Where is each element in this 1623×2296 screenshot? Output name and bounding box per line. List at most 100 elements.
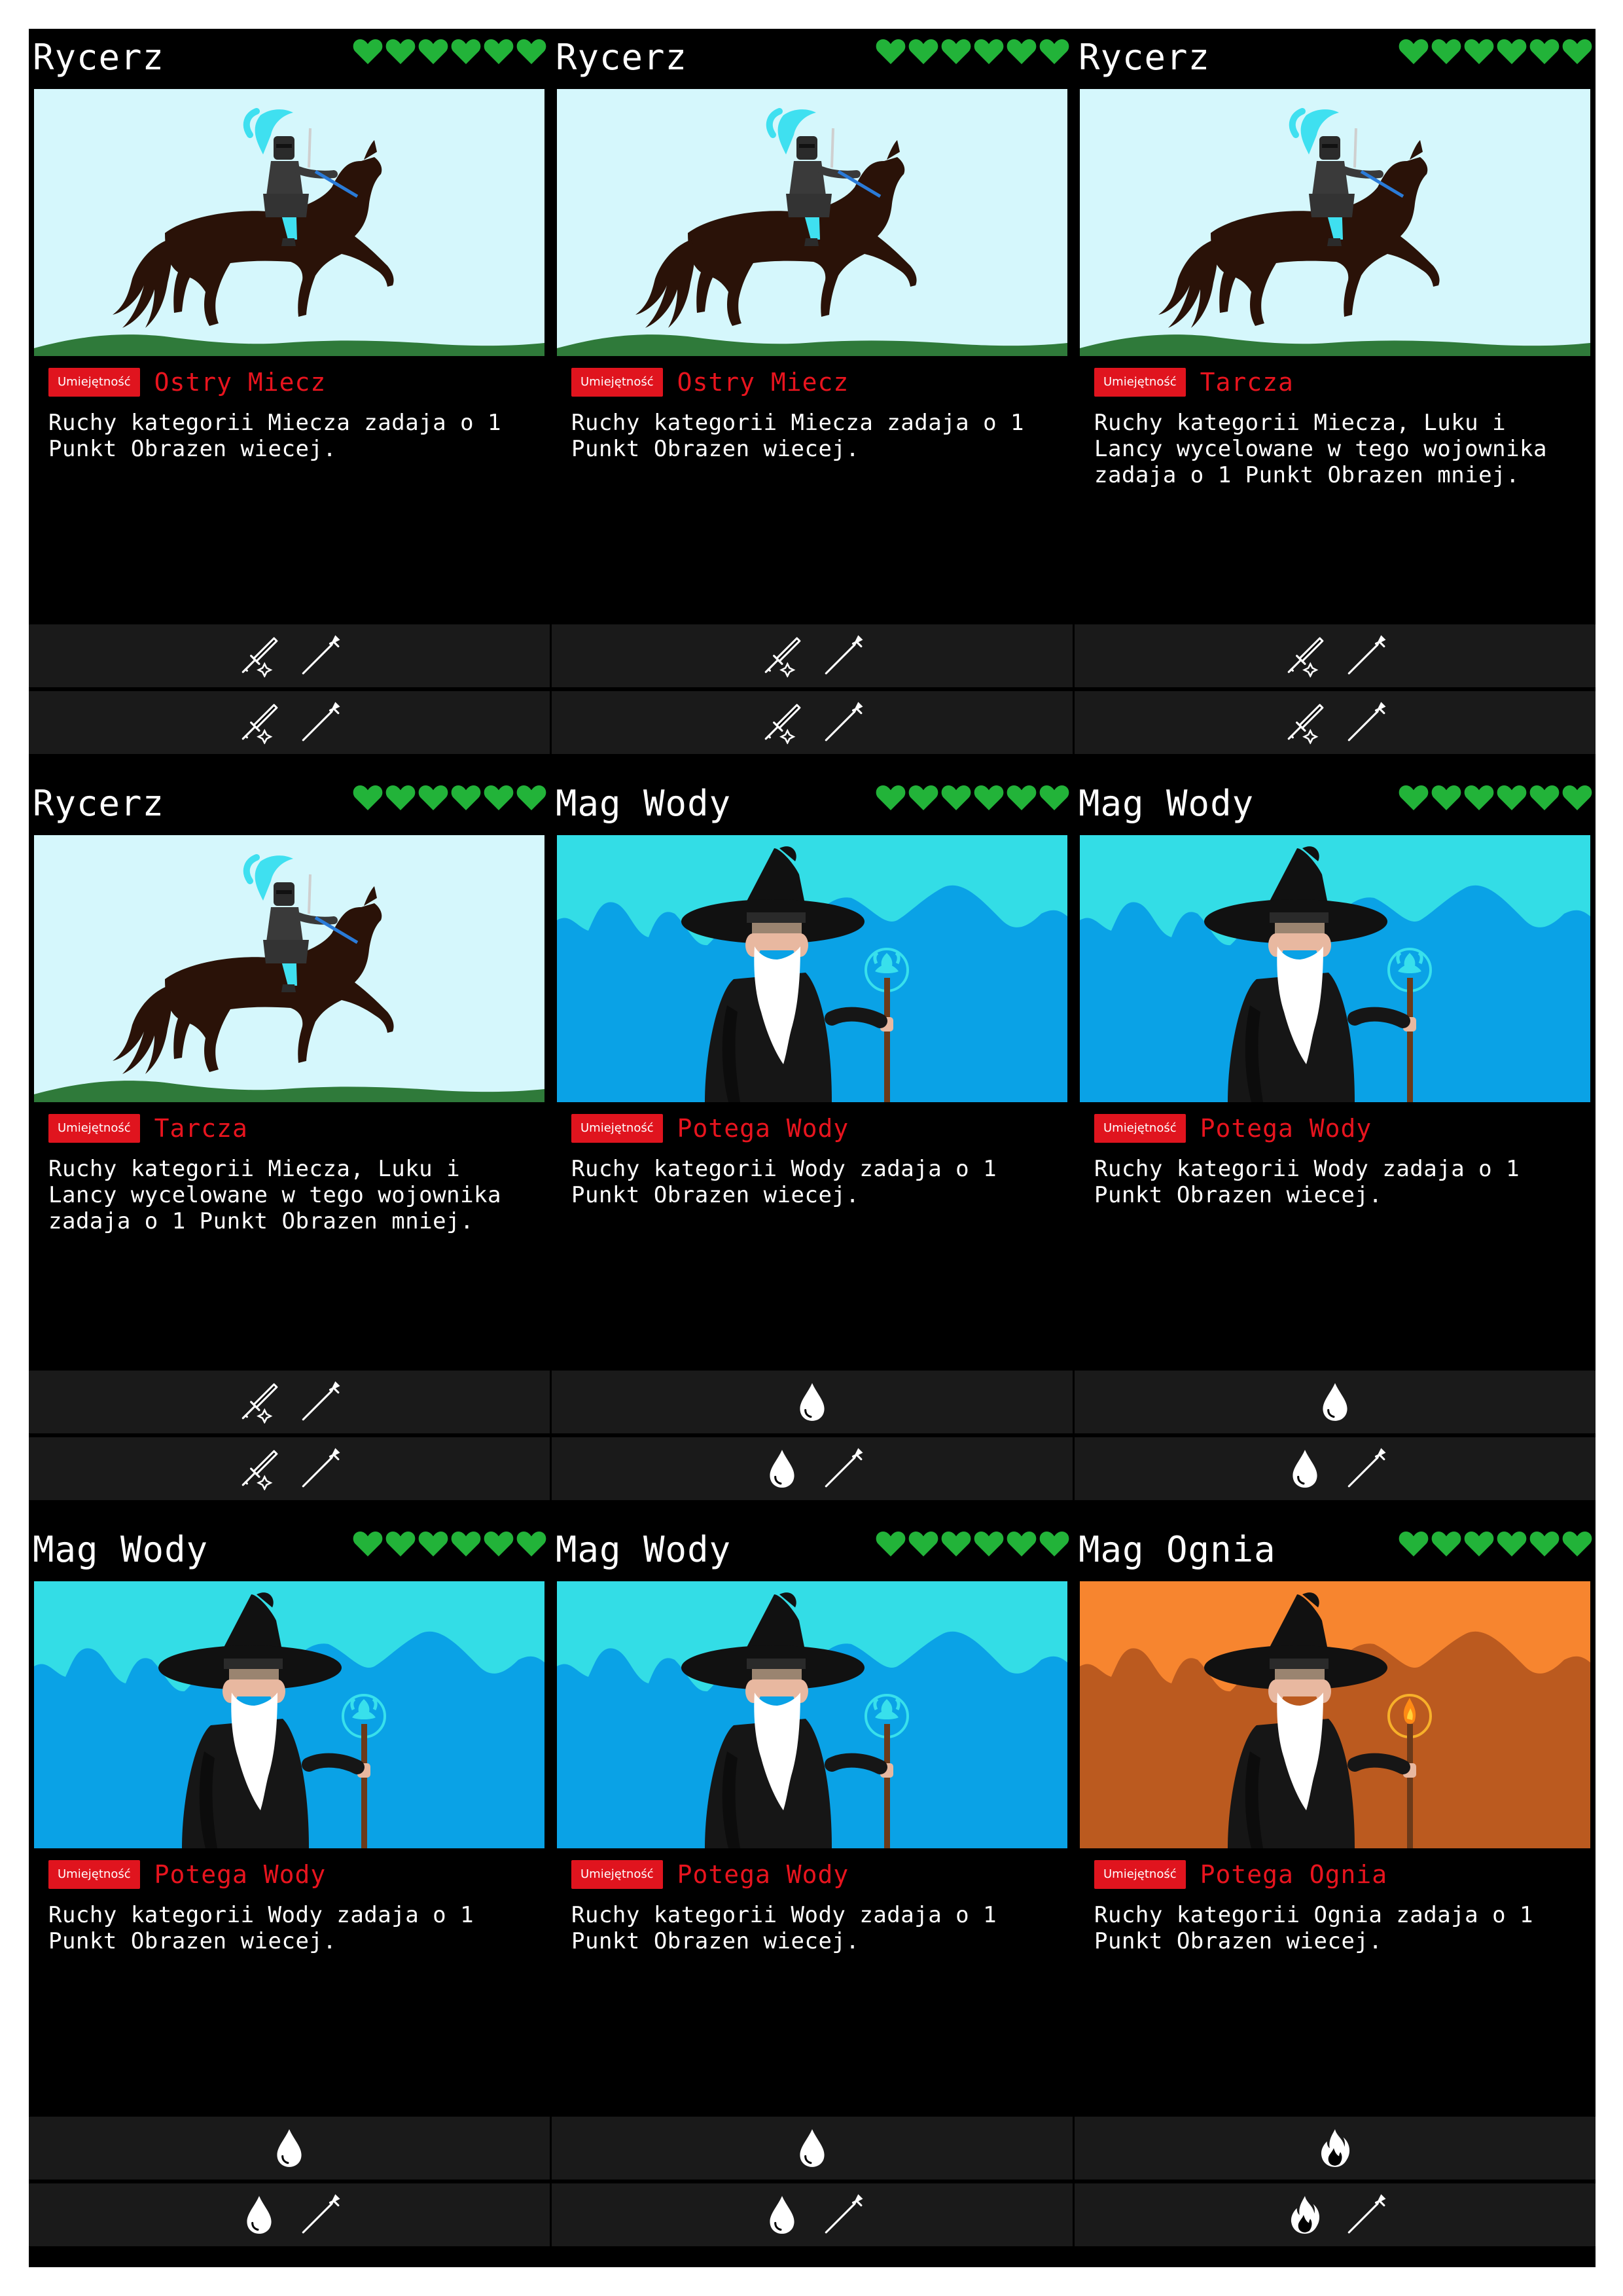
health-hearts: [1398, 37, 1593, 76]
water-drop-icon: [1283, 1447, 1327, 1490]
spear-icon: [298, 1380, 341, 1424]
health-hearts: [352, 783, 547, 822]
heart-icon: [418, 783, 449, 814]
heart-icon: [1463, 1529, 1495, 1560]
heart-icon: [940, 1529, 972, 1560]
heart-icon: [973, 1529, 1005, 1560]
card-title: Rycerz: [33, 37, 165, 78]
water-drop-icon: [268, 2126, 311, 2170]
spear-icon: [298, 701, 341, 744]
heart-icon: [1398, 1529, 1429, 1560]
ability-name: Tarcza: [1200, 368, 1294, 397]
health-hearts: [875, 37, 1070, 76]
heart-icon: [1496, 1529, 1527, 1560]
ability-name: Ostry Miecz: [677, 368, 849, 397]
ability-description: Ruchy kategorii Ognia zadaja o 1 Punkt O…: [1094, 1902, 1534, 1954]
move-row-2[interactable]: [1075, 691, 1596, 754]
heart-icon: [1496, 37, 1527, 68]
ability-description: Ruchy kategorii Wody zadaja o 1 Punkt Ob…: [571, 1156, 997, 1208]
heart-icon: [1529, 37, 1560, 68]
move-row-2[interactable]: [552, 2183, 1073, 2246]
move-row-2[interactable]: [29, 1437, 550, 1500]
card-header: Rycerz: [552, 29, 1073, 86]
character-card[interactable]: Mag Wody Umiejętność Potega Wody Ruchy kat…: [552, 1521, 1073, 2267]
heart-icon: [875, 1529, 906, 1560]
heart-icon: [1006, 37, 1037, 68]
fire-mage-illustration: [1080, 1581, 1590, 1848]
ability-row: Umiejętność Potega Wody: [571, 1112, 849, 1145]
ability-description: Ruchy kategorii Miecza, Luku i Lancy wyc…: [48, 1156, 502, 1234]
heart-icon: [1463, 37, 1495, 68]
character-card[interactable]: Mag Wody Umiejętność Potega Wody Ruchy kat…: [29, 1521, 550, 2267]
move-row-2[interactable]: [1075, 1437, 1596, 1500]
move-row-1[interactable]: [1075, 2117, 1596, 2179]
water-mage-illustration: [1080, 835, 1590, 1102]
heart-icon: [352, 37, 383, 68]
fire-icon: [1283, 2193, 1327, 2236]
heart-icon: [940, 37, 972, 68]
move-row-2[interactable]: [552, 1437, 1073, 1500]
spear-icon: [821, 701, 864, 744]
heart-icon: [1561, 37, 1593, 68]
ability-description: Ruchy kategorii Wody zadaja o 1 Punkt Ob…: [571, 1902, 997, 1954]
heart-icon: [450, 783, 482, 814]
heart-icon: [483, 1529, 514, 1560]
ability-name: Potega Ognia: [1200, 1860, 1388, 1889]
heart-icon: [875, 37, 906, 68]
move-row-2[interactable]: [29, 2183, 550, 2246]
ability-badge: Umiejętność: [48, 368, 140, 397]
card-header: Mag Wody: [1075, 775, 1596, 833]
ability-description: Ruchy kategorii Miecza zadaja o 1 Punkt …: [48, 410, 502, 462]
card-header: Mag Wody: [552, 775, 1073, 833]
heart-icon: [385, 783, 416, 814]
health-hearts: [1398, 783, 1593, 822]
ability-badge: Umiejętność: [1094, 1114, 1186, 1143]
water-drop-icon: [760, 2193, 804, 2236]
heart-icon: [908, 37, 939, 68]
move-row-2[interactable]: [1075, 2183, 1596, 2246]
ability-badge: Umiejętność: [48, 1114, 140, 1143]
character-card[interactable]: Mag Ognia Umiejętność Potega Ognia Ruchy k…: [1075, 1521, 1596, 2267]
character-card[interactable]: Rycerz Umiejętność Ostry Miecz Ruchy kateg…: [552, 29, 1073, 775]
ability-badge: Umiejętność: [1094, 1860, 1186, 1889]
card-title: Mag Wody: [1079, 783, 1255, 824]
move-row-2[interactable]: [29, 691, 550, 754]
move-row-1[interactable]: [552, 1371, 1073, 1433]
heart-icon: [516, 37, 547, 68]
heart-icon: [483, 783, 514, 814]
sword-icon: [760, 634, 804, 678]
move-row-1[interactable]: [29, 2117, 550, 2179]
move-row-1[interactable]: [552, 2117, 1073, 2179]
card-title: Mag Wody: [556, 783, 732, 824]
spear-icon: [1344, 701, 1387, 744]
health-hearts: [875, 783, 1070, 822]
spear-icon: [298, 1447, 341, 1490]
character-card[interactable]: Mag Wody Umiejętność Potega Wody Ruchy kat…: [1075, 775, 1596, 1521]
character-card[interactable]: Rycerz Umiejętność Tarcza Ruchy kategorii …: [1075, 29, 1596, 775]
move-row-1[interactable]: [29, 624, 550, 687]
heart-icon: [516, 1529, 547, 1560]
heart-icon: [450, 1529, 482, 1560]
heart-icon: [1398, 783, 1429, 814]
spear-icon: [821, 1447, 864, 1490]
card-title: Rycerz: [1079, 37, 1211, 78]
character-card[interactable]: Mag Wody Umiejętność Potega Wody Ruchy kat…: [552, 775, 1073, 1521]
card-title: Mag Ognia: [1079, 1529, 1276, 1570]
card-header: Rycerz: [1075, 29, 1596, 86]
move-row-2[interactable]: [552, 691, 1073, 754]
ability-description: Ruchy kategorii Wody zadaja o 1 Punkt Ob…: [1094, 1156, 1520, 1208]
move-row-1[interactable]: [552, 624, 1073, 687]
move-row-1[interactable]: [1075, 1371, 1596, 1433]
move-row-1[interactable]: [29, 1371, 550, 1433]
character-card[interactable]: Rycerz Umiejętność Tarcza Ruchy kategorii …: [29, 775, 550, 1521]
heart-icon: [940, 783, 972, 814]
move-row-1[interactable]: [1075, 624, 1596, 687]
ability-name: Potega Wody: [677, 1860, 849, 1889]
water-mage-illustration: [557, 835, 1067, 1102]
heart-icon: [973, 783, 1005, 814]
card-title: Rycerz: [33, 783, 165, 824]
heart-icon: [385, 1529, 416, 1560]
character-card[interactable]: Rycerz Umiejętność Ostry Miecz Ruchy kateg…: [29, 29, 550, 775]
heart-icon: [1463, 783, 1495, 814]
ability-badge: Umiejętność: [1094, 368, 1186, 397]
